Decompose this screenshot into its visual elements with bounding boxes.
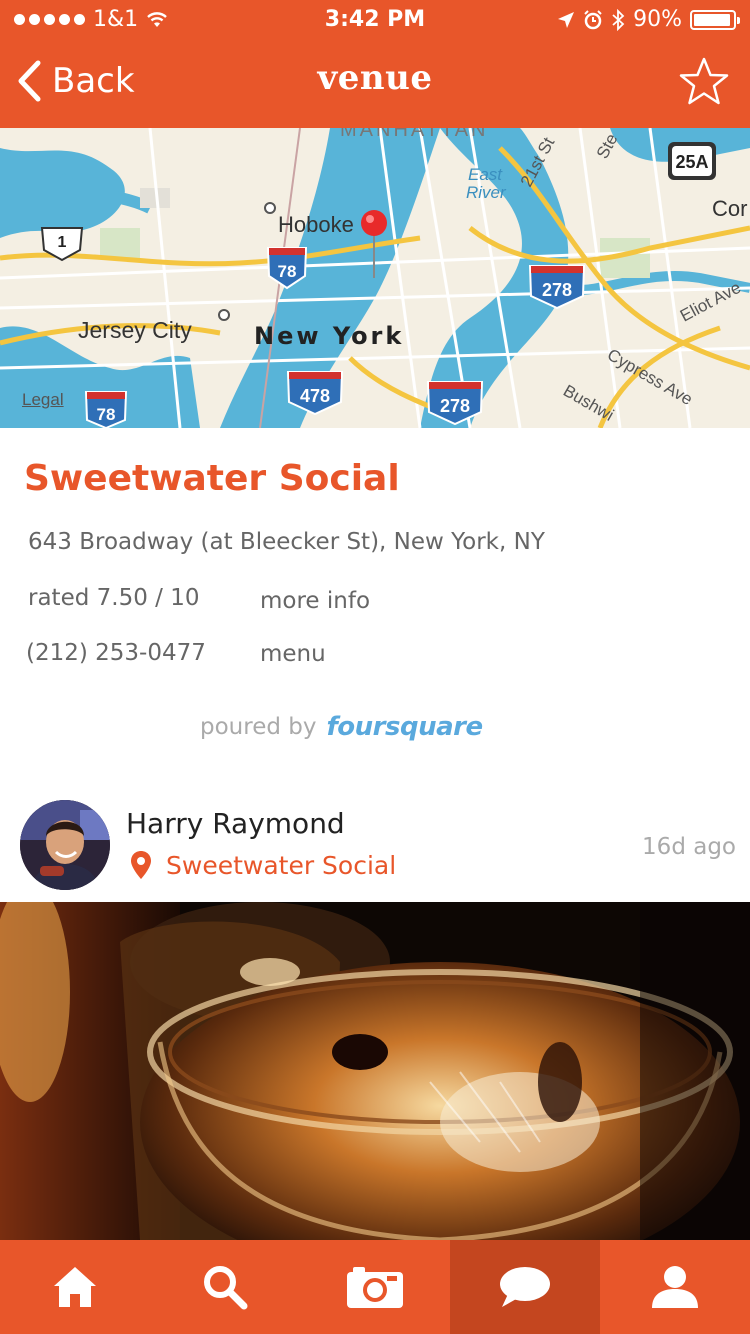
- more-info-link[interactable]: more info: [260, 588, 370, 614]
- r25a-shield: 25A: [668, 142, 716, 180]
- i78b-label: 78: [97, 405, 116, 424]
- map-label-river: River: [466, 183, 507, 202]
- avatar-image: [20, 800, 110, 890]
- post-timestamp: 16d ago: [642, 834, 736, 860]
- i278a-label: 278: [542, 280, 572, 300]
- tab-camera[interactable]: [300, 1240, 450, 1334]
- search-icon: [204, 1266, 248, 1310]
- back-button[interactable]: Back: [16, 60, 135, 102]
- map-label-new-york: New York: [254, 322, 404, 350]
- post-venue-label: Sweetwater Social: [166, 850, 397, 880]
- nav-bar: Back venue: [0, 40, 750, 128]
- cocktail-photo: [0, 902, 750, 1240]
- post-header: Harry Raymond Sweetwater Social 16d ago: [0, 790, 750, 902]
- map-pin-icon: [131, 851, 151, 879]
- map-label-cor: Cor: [712, 196, 747, 221]
- venue-rating: rated 7.50 / 10: [28, 585, 200, 611]
- tab-home[interactable]: [0, 1240, 150, 1334]
- person-icon: [652, 1266, 698, 1308]
- post-venue-link[interactable]: Sweetwater Social: [130, 850, 396, 880]
- tab-search[interactable]: [150, 1240, 300, 1334]
- us1-label: 1: [58, 234, 67, 251]
- battery-percent: 90%: [633, 7, 682, 32]
- i78b-shield: 78: [84, 391, 128, 428]
- chevron-left-icon: [18, 60, 41, 102]
- map-label-hoboken: Hoboke: [278, 212, 354, 237]
- chat-bubble-icon: [500, 1267, 550, 1307]
- map-graphic: 1 78 78 278 478 278 25A MANHATTAN Hoboke…: [0, 128, 750, 428]
- alarm-icon: [584, 9, 602, 29]
- post-photo[interactable]: [0, 902, 750, 1240]
- poured-by-label: poured by: [200, 714, 317, 740]
- venue-address[interactable]: 643 Broadway (at Bleecker St), New York,…: [28, 529, 545, 555]
- top-bar: 1&1 3:42 PM 90% Back venue: [0, 0, 750, 128]
- map-label-jersey-city: Jersey City: [78, 317, 192, 343]
- bluetooth-icon: [612, 8, 625, 31]
- map-label-manhattan: MANHATTAN: [340, 128, 488, 141]
- location-arrow-icon: [558, 11, 575, 28]
- favorite-button[interactable]: [678, 56, 730, 112]
- menu-link[interactable]: menu: [260, 641, 326, 667]
- map-legal-link[interactable]: Legal: [22, 390, 64, 410]
- i78a-label: 78: [278, 262, 297, 281]
- map-label-east: East: [468, 165, 503, 184]
- i478-label: 478: [300, 386, 330, 406]
- home-icon: [54, 1267, 96, 1307]
- post-author[interactable]: Harry Raymond: [126, 807, 345, 840]
- tab-profile[interactable]: [600, 1240, 750, 1334]
- battery-icon: [690, 9, 740, 30]
- venue-map[interactable]: 1 78 78 278 478 278 25A MANHATTAN Hoboke…: [0, 128, 750, 428]
- avatar[interactable]: [20, 800, 110, 890]
- venue-card: Sweetwater Social 643 Broadway (at Bleec…: [0, 428, 750, 768]
- i278b-label: 278: [440, 396, 470, 416]
- camera-icon: [347, 1267, 403, 1308]
- venue-phone[interactable]: (212) 253-0477: [26, 640, 206, 666]
- back-label: Back: [52, 61, 135, 101]
- foursquare-logo[interactable]: foursquare: [326, 712, 483, 742]
- star-outline-icon: [679, 57, 729, 105]
- status-bar: 1&1 3:42 PM 90%: [0, 0, 750, 40]
- r25a-label: 25A: [675, 152, 708, 172]
- tab-messages[interactable]: [450, 1240, 600, 1334]
- poured-by: poured by foursquare: [200, 712, 483, 742]
- venue-name: Sweetwater Social: [24, 458, 400, 499]
- tab-bar: [0, 1240, 750, 1334]
